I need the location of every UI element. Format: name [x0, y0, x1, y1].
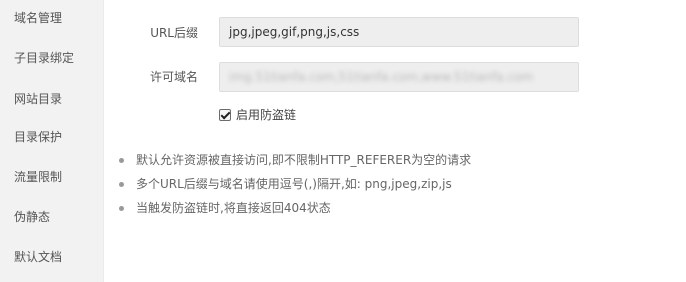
sidebar-item-site-directory[interactable]: 网站目录 [14, 92, 62, 106]
sidebar-item-traffic-limit[interactable]: 流量限制 [14, 170, 62, 184]
sidebar: 域名管理 子目录绑定 网站目录 目录保护 流量限制 伪静态 默认文档 [0, 0, 104, 282]
enable-hotlink-protection-label: 启用防盗链 [236, 108, 297, 122]
allowed-domains-value: img.51tianfa.com,51tianfa.com,www.51tian… [229, 70, 534, 84]
help-tips-list: 默认允许资源被直接访问,即不限制HTTP_REFERER为空的请求 多个URL后… [117, 153, 471, 225]
bullet-icon [119, 182, 124, 187]
sidebar-item-default-document[interactable]: 默认文档 [14, 250, 62, 264]
help-tip: 默认允许资源被直接访问,即不限制HTTP_REFERER为空的请求 [117, 153, 471, 167]
help-tip: 当触发防盗链时,将直接返回404状态 [117, 201, 471, 215]
enable-hotlink-protection-toggle[interactable]: 启用防盗链 [219, 108, 296, 122]
enable-hotlink-protection-checkbox[interactable] [219, 109, 231, 121]
allowed-domains-label: 许可域名 [149, 70, 198, 84]
url-suffix-label: URL后缀 [150, 26, 198, 40]
help-tip-text: 当触发防盗链时,将直接返回404状态 [136, 201, 331, 215]
help-tip: 多个URL后缀与域名请使用逗号(,)隔开,如: png,jpeg,zip,js [117, 177, 471, 191]
bullet-icon [119, 206, 124, 211]
sidebar-item-directory-protection[interactable]: 目录保护 [14, 130, 62, 144]
help-tip-text: 多个URL后缀与域名请使用逗号(,)隔开,如: png,jpeg,zip,js [136, 177, 452, 191]
sidebar-item-domain-management[interactable]: 域名管理 [14, 11, 62, 25]
bullet-icon [119, 158, 124, 163]
help-tip-text: 默认允许资源被直接访问,即不限制HTTP_REFERER为空的请求 [136, 153, 472, 167]
sidebar-item-rewrite[interactable]: 伪静态 [14, 210, 50, 224]
sidebar-item-subdirectory-binding[interactable]: 子目录绑定 [14, 51, 74, 65]
hotlink-protection-panel: 域名管理 子目录绑定 网站目录 目录保护 流量限制 伪静态 默认文档 URL后缀… [0, 0, 686, 282]
url-suffix-value: jpg,jpeg,gif,png,js,css [229, 25, 360, 39]
allowed-domains-input[interactable]: img.51tianfa.com,51tianfa.com,www.51tian… [219, 62, 579, 92]
url-suffix-input[interactable]: jpg,jpeg,gif,png,js,css [219, 17, 579, 47]
